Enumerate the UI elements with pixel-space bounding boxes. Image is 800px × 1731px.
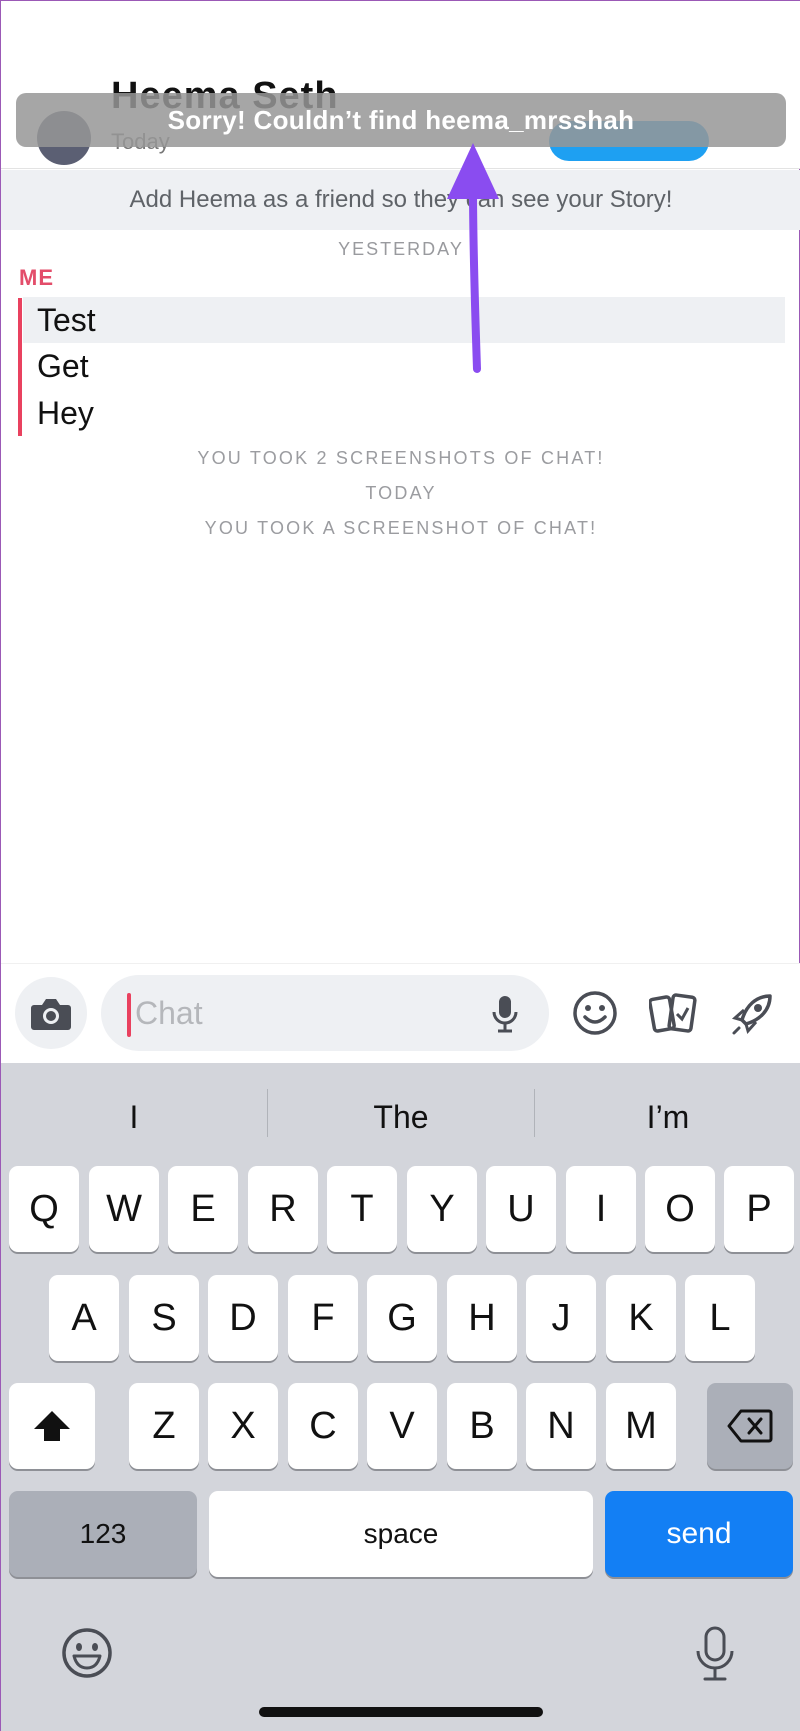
- shift-arrow-icon: [34, 1411, 70, 1441]
- key-m[interactable]: M: [606, 1383, 676, 1469]
- key-o[interactable]: O: [645, 1166, 715, 1252]
- key-k[interactable]: K: [606, 1275, 676, 1361]
- microphone-icon[interactable]: [491, 995, 519, 1033]
- key-f[interactable]: F: [288, 1275, 358, 1361]
- chat-message[interactable]: Test: [23, 297, 785, 343]
- key-x[interactable]: X: [208, 1383, 278, 1469]
- annotation-arrow-icon: [447, 143, 499, 373]
- chat-message[interactable]: Hey: [23, 390, 785, 436]
- key-z[interactable]: Z: [129, 1383, 199, 1469]
- numbers-key[interactable]: 123: [9, 1491, 197, 1577]
- stickers-button[interactable]: [647, 987, 699, 1039]
- backspace-icon: [727, 1409, 773, 1443]
- camera-button[interactable]: [15, 977, 87, 1049]
- key-n[interactable]: N: [526, 1383, 596, 1469]
- date-separator-today: TODAY: [365, 483, 437, 503]
- sender-bar: [18, 298, 22, 436]
- games-button[interactable]: [727, 987, 779, 1039]
- camera-icon: [31, 999, 71, 1030]
- text-cursor: [127, 993, 131, 1037]
- dictation-button[interactable]: [693, 1625, 737, 1683]
- suggestion-item[interactable]: I’m: [535, 1077, 800, 1157]
- emoji-button[interactable]: [569, 987, 621, 1039]
- key-c[interactable]: C: [288, 1383, 358, 1469]
- key-v[interactable]: V: [367, 1383, 437, 1469]
- key-r[interactable]: R: [248, 1166, 318, 1252]
- date-separator-yesterday: YESTERDAY: [338, 239, 464, 259]
- send-key[interactable]: send: [605, 1491, 793, 1577]
- key-w[interactable]: W: [89, 1166, 159, 1252]
- cards-icon: [649, 993, 697, 1033]
- key-h[interactable]: H: [447, 1275, 517, 1361]
- key-y[interactable]: Y: [407, 1166, 477, 1252]
- screenshot-notice: YOU TOOK A SCREENSHOT OF CHAT!: [204, 518, 598, 538]
- delete-key[interactable]: [707, 1383, 793, 1469]
- key-d[interactable]: D: [208, 1275, 278, 1361]
- add-friend-banner[interactable]: Add Heema as a friend so they can see yo…: [1, 170, 800, 230]
- chat-input-placeholder: Chat: [135, 995, 203, 1031]
- key-q[interactable]: Q: [9, 1166, 79, 1252]
- key-t[interactable]: T: [327, 1166, 397, 1252]
- key-j[interactable]: J: [526, 1275, 596, 1361]
- key-p[interactable]: P: [724, 1166, 794, 1252]
- emoji-icon: [62, 1628, 112, 1678]
- suggestion-item[interactable]: I: [1, 1077, 267, 1157]
- home-indicator[interactable]: [259, 1707, 543, 1717]
- key-u[interactable]: U: [486, 1166, 556, 1252]
- screenshot-notice: YOU TOOK 2 SCREENSHOTS OF CHAT!: [197, 448, 605, 468]
- chat-message[interactable]: Get: [23, 343, 785, 389]
- suggestion-item[interactable]: The: [268, 1077, 534, 1157]
- key-a[interactable]: A: [49, 1275, 119, 1361]
- key-l[interactable]: L: [685, 1275, 755, 1361]
- space-key[interactable]: space: [209, 1491, 593, 1577]
- emoji-keyboard-button[interactable]: [61, 1627, 113, 1679]
- key-s[interactable]: S: [129, 1275, 199, 1361]
- key-e[interactable]: E: [168, 1166, 238, 1252]
- key-g[interactable]: G: [367, 1275, 437, 1361]
- sender-label: ME: [19, 265, 54, 290]
- smiley-icon: [573, 991, 617, 1035]
- microphone-icon: [696, 1626, 734, 1681]
- key-b[interactable]: B: [447, 1383, 517, 1469]
- shift-key[interactable]: [9, 1383, 95, 1469]
- error-toast: Sorry! Couldn’t find heema_mrsshah: [16, 93, 786, 147]
- key-i[interactable]: I: [566, 1166, 636, 1252]
- rocket-icon: [731, 994, 772, 1035]
